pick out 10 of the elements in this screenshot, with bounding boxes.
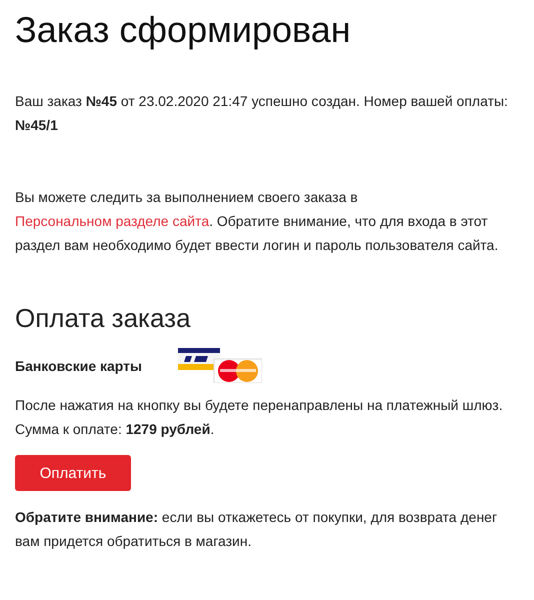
page-title: Заказ сформирован bbox=[15, 8, 352, 52]
payment-method-label: Банковские карты bbox=[15, 358, 142, 374]
order-info: Ваш заказ №45 от 23.02.2020 21:47 успешно создан. Номер вашей оплаты: №45/1 bbox=[15, 92, 509, 136]
tracking-note: Вы можете следить за выполнением своего заказа в Персональном разделе сайта. Обратите внимание, что для входа в этот раздел вам необходимо будет ввести логин и пароль пользователя сайта. bbox=[15, 188, 500, 256]
section-heading: Оплата заказа bbox=[15, 303, 192, 334]
personal-section-link[interactable]: Персональном разделе сайта bbox=[15, 213, 210, 230]
pay-button[interactable]: Оплатить bbox=[15, 455, 131, 492]
redirect-note: После нажатия на кнопку вы будете перенаправлены на платежный шлюз. bbox=[15, 396, 504, 416]
amount-text: Сумма к оплате: 1279 рублей. bbox=[15, 420, 216, 440]
warning-note: Обратите внимание: если вы откажетесь от покупки, для возврата денег вам придется обратиться в магазин. bbox=[15, 508, 498, 552]
